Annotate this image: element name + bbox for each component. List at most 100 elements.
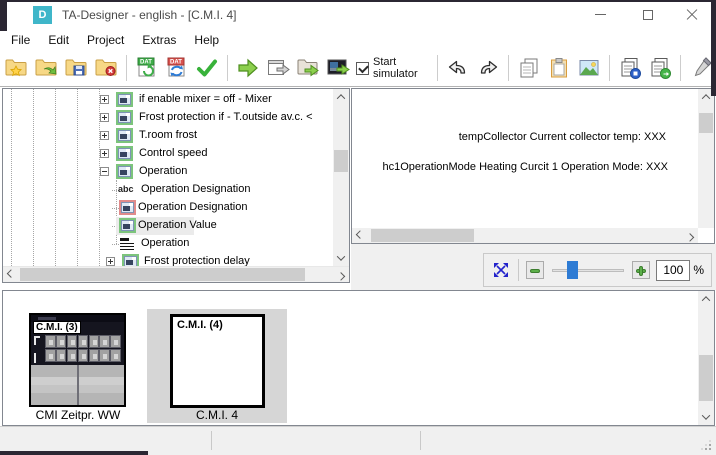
app-window: D TA-Designer - english - [C.M.I. 4] Fil… xyxy=(0,0,716,455)
copy-save-button[interactable] xyxy=(617,55,643,81)
undo-button[interactable] xyxy=(445,55,471,81)
page-thumbnail-cmi3[interactable]: C.M.I. (3) xyxy=(29,313,126,407)
toolbar: DAT DAT Start simulator xyxy=(0,50,716,87)
display-item-icon xyxy=(116,164,133,179)
copy-save-icon xyxy=(618,56,642,80)
check-icon xyxy=(195,56,219,80)
expand-plus-icon[interactable] xyxy=(100,131,109,140)
expand-plus-icon[interactable] xyxy=(100,113,109,122)
export-window-button[interactable] xyxy=(265,55,291,81)
slider-track[interactable] xyxy=(552,269,624,272)
scroll-right-button[interactable] xyxy=(682,228,698,244)
scroll-up-button[interactable] xyxy=(333,89,349,105)
menu-bar: File Edit Project Extras Help xyxy=(0,29,716,50)
menu-project[interactable]: Project xyxy=(78,31,133,49)
load-dat-button[interactable]: DAT xyxy=(134,55,160,81)
page-thumbnail-cmi4[interactable]: C.M.I. (4) xyxy=(170,314,265,408)
scrollbar-thumb[interactable] xyxy=(371,229,474,242)
tree-item[interactable]: Operation Designation xyxy=(3,199,332,217)
start-simulator-checkbox[interactable] xyxy=(356,62,369,75)
redo-button[interactable] xyxy=(475,55,501,81)
display-item-icon xyxy=(116,146,133,161)
close-icon xyxy=(686,9,698,21)
close-project-button[interactable] xyxy=(93,55,119,81)
save-project-button[interactable] xyxy=(63,55,89,81)
expand-minus-icon[interactable] xyxy=(100,167,109,176)
status-divider xyxy=(211,431,212,450)
expand-plus-icon[interactable] xyxy=(106,257,115,266)
zoom-out-button[interactable] xyxy=(526,261,544,279)
scroll-left-button[interactable] xyxy=(3,267,19,283)
maximize-button[interactable] xyxy=(632,0,664,29)
svg-text:DAT: DAT xyxy=(140,60,152,66)
title-bar: D TA-Designer - english - [C.M.I. 4] xyxy=(0,0,716,29)
apply-check-button[interactable] xyxy=(194,55,220,81)
tree-item[interactable]: Operation xyxy=(3,163,332,181)
bracket-mark xyxy=(34,336,40,345)
tree-item[interactable]: Control speed xyxy=(3,145,332,163)
display-item-icon xyxy=(116,128,133,143)
scrollbar-thumb[interactable] xyxy=(334,150,348,172)
preview-text-line: hc1OperationMode Heating Curcit 1 Operat… xyxy=(382,161,668,173)
copy-run-icon xyxy=(648,56,672,80)
export-folder-button[interactable] xyxy=(295,55,321,81)
widget-tree-panel: if enable mixer = off - Mixer Frost prot… xyxy=(2,88,350,283)
tree-vertical-scrollbar[interactable] xyxy=(333,89,349,266)
preview-vertical-scrollbar[interactable] xyxy=(698,89,714,228)
scrollbar-thumb[interactable] xyxy=(20,268,305,281)
tree-item[interactable]: T.room frost xyxy=(3,127,332,145)
status-divider xyxy=(420,431,421,450)
scroll-down-button[interactable] xyxy=(333,250,349,266)
zoom-value-input[interactable] xyxy=(656,260,690,281)
copy-button[interactable] xyxy=(516,55,542,81)
paste-button[interactable] xyxy=(546,55,572,81)
menu-file[interactable]: File xyxy=(2,31,39,49)
fit-to-window-button[interactable] xyxy=(491,260,511,280)
preview-horizontal-scrollbar[interactable] xyxy=(352,228,698,243)
tree-horizontal-scrollbar[interactable] xyxy=(3,266,349,282)
page-caption[interactable]: C.M.I. 4 xyxy=(196,408,238,422)
expand-plus-icon[interactable] xyxy=(100,95,109,104)
resize-grip[interactable] xyxy=(709,448,711,450)
chevron-right-icon xyxy=(686,233,694,241)
insert-image-button[interactable] xyxy=(576,55,602,81)
open-project-button[interactable] xyxy=(33,55,59,81)
export-run-button[interactable] xyxy=(235,55,261,81)
scrollbar-thumb[interactable] xyxy=(699,355,713,401)
abc-text-icon: abc xyxy=(118,184,134,194)
scroll-left-button[interactable] xyxy=(352,228,368,244)
picker-pen-icon xyxy=(689,56,713,80)
zoom-in-button[interactable] xyxy=(632,261,650,279)
scroll-right-button[interactable] xyxy=(333,267,349,283)
backdrop-edge xyxy=(0,0,7,31)
window-title: TA-Designer - english - [C.M.I. 4] xyxy=(62,8,237,22)
tree-item[interactable]: Operation xyxy=(3,235,332,253)
window-export-icon xyxy=(266,56,290,80)
menu-help[interactable]: Help xyxy=(185,31,228,49)
zoom-slider[interactable] xyxy=(552,260,624,280)
scrollbar-thumb[interactable] xyxy=(699,113,713,133)
toolbar-separator xyxy=(227,55,228,81)
menu-edit[interactable]: Edit xyxy=(39,31,78,49)
slider-thumb[interactable] xyxy=(567,261,578,279)
expand-plus-icon[interactable] xyxy=(100,149,109,158)
menu-extras[interactable]: Extras xyxy=(133,31,185,49)
scroll-down-button[interactable] xyxy=(698,409,714,425)
reload-dat-button[interactable]: DAT xyxy=(164,55,190,81)
new-project-button[interactable] xyxy=(3,55,29,81)
scroll-up-button[interactable] xyxy=(698,291,714,307)
folder-open-icon xyxy=(34,56,58,80)
tree-item-selected[interactable]: Operation Value xyxy=(3,217,332,235)
page-caption[interactable]: CMI Zeitpr. WW xyxy=(36,408,121,422)
copy-run-button[interactable] xyxy=(647,55,673,81)
pages-vertical-scrollbar[interactable] xyxy=(698,291,714,425)
display-item-icon xyxy=(116,110,133,125)
svg-text:DAT: DAT xyxy=(170,60,182,66)
tree-item[interactable]: Frost protection if - T.outside av.c. < xyxy=(3,109,332,127)
maximize-icon xyxy=(643,10,653,20)
minimize-button[interactable] xyxy=(584,0,616,29)
tree-item[interactable]: abc Operation Designation xyxy=(3,181,332,199)
export-screen-button[interactable] xyxy=(325,55,351,81)
close-button[interactable] xyxy=(676,0,708,29)
tree-item[interactable]: if enable mixer = off - Mixer xyxy=(3,91,332,109)
